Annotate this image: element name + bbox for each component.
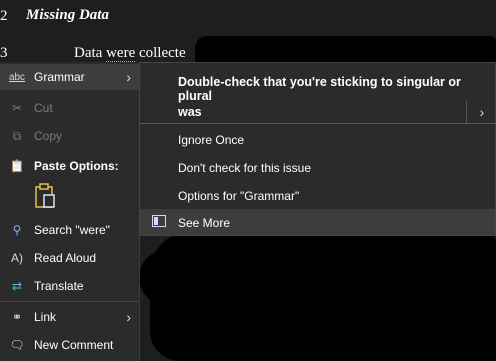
context-menu: abc Grammar › ✂ Cut ⧉ Copy 📋 Paste Optio… (0, 62, 140, 361)
menu-item-cut[interactable]: ✂ Cut (0, 95, 139, 121)
grammar-suggestion-header: Double-check that you're sticking to sin… (178, 75, 461, 103)
menu-label: New Comment (34, 338, 114, 352)
document-heading: Missing Data (26, 7, 109, 23)
submenu-separator (140, 123, 496, 124)
dont-check-item[interactable]: Don't check for this issue (178, 161, 311, 175)
grammar-options-item[interactable]: Options for "Grammar" (178, 189, 299, 203)
document-text[interactable]: Data were collecte (74, 45, 186, 62)
menu-item-new-comment[interactable]: 🗨 New Comment (0, 332, 139, 358)
menu-item-grammar[interactable]: abc Grammar › (0, 64, 139, 90)
menu-item-paste-options: 📋 Paste Options: (0, 153, 139, 179)
speaker-icon: A) (11, 251, 23, 265)
copy-icon: ⧉ (12, 128, 22, 143)
menu-item-copy[interactable]: ⧉ Copy (0, 123, 139, 149)
comment-icon: 🗨 (9, 338, 25, 352)
menu-label: Translate (34, 279, 84, 293)
menu-label: Grammar (34, 70, 85, 84)
menu-item-search[interactable]: ⚲ Search "were" (0, 217, 139, 243)
see-more-icon (152, 215, 166, 227)
menu-label: Read Aloud (34, 251, 97, 265)
menu-item-link[interactable]: ⚭ Link › (0, 304, 139, 330)
search-icon: ⚲ (12, 223, 22, 237)
menu-separator (0, 301, 139, 302)
heading-number: 2 (0, 8, 8, 24)
menu-label: Copy (34, 129, 63, 143)
abc-icon: abc (8, 71, 26, 83)
scissors-icon: ✂ (11, 101, 23, 115)
chevron-right-icon[interactable]: › (466, 101, 496, 123)
menu-label: Cut (34, 101, 53, 115)
menu-label: Link (34, 310, 57, 324)
grammar-error-word[interactable]: were (106, 45, 136, 62)
redaction (139, 250, 219, 305)
menu-item-translate[interactable]: ⇄ Translate (0, 273, 139, 299)
grammar-submenu: Double-check that you're sticking to sin… (139, 62, 496, 236)
menu-label: Paste Options: (34, 159, 119, 173)
translate-icon: ⇄ (11, 279, 23, 293)
chevron-right-icon: › (126, 309, 131, 325)
line-number: 3 (0, 45, 8, 61)
link-icon: ⚭ (11, 310, 23, 324)
grammar-suggestion[interactable]: was (178, 105, 202, 119)
see-more-item[interactable]: See More (178, 216, 230, 230)
ignore-once-item[interactable]: Ignore Once (178, 133, 244, 147)
menu-item-read-aloud[interactable]: A) Read Aloud (0, 245, 139, 271)
text-after: collecte (135, 45, 186, 61)
chevron-right-icon: › (126, 69, 131, 85)
paste-keep-text-icon[interactable] (34, 183, 56, 209)
text-before: Data (74, 45, 107, 61)
clipboard-icon: 📋 (9, 159, 25, 173)
menu-label: Search "were" (34, 223, 110, 237)
